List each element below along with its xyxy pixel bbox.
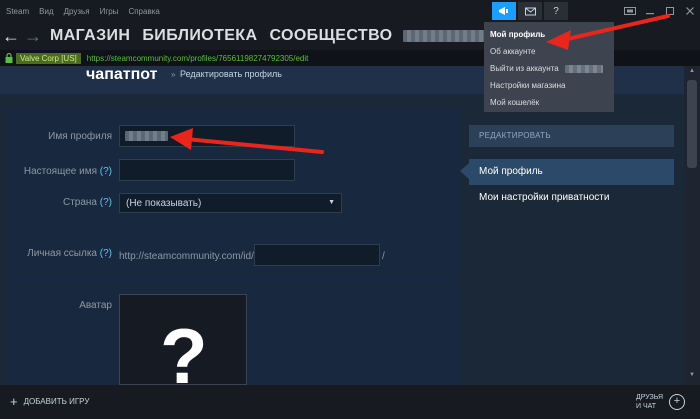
main-menu: Steam Вид Друзья Игры Справка bbox=[0, 7, 160, 16]
ev-certificate-badge: Valve Corp [US] bbox=[16, 52, 81, 64]
avatar-label: Аватар bbox=[79, 300, 112, 311]
arrow-left-icon: ← bbox=[2, 25, 20, 46]
dropdown-item-logout[interactable]: Выйти из аккаунта bbox=[484, 60, 614, 77]
sidenav-item-my-profile[interactable]: Мой профиль bbox=[469, 159, 674, 185]
dropdown-item-wallet[interactable]: Мой кошелёк bbox=[484, 94, 614, 111]
logout-label: Выйти из аккаунта bbox=[490, 64, 559, 73]
maximize-icon bbox=[666, 7, 674, 15]
monitor-icon bbox=[624, 6, 636, 15]
custom-url-help[interactable]: (?) bbox=[100, 248, 112, 259]
real-name-help[interactable]: (?) bbox=[100, 166, 112, 177]
menu-item-games[interactable]: Игры bbox=[100, 7, 119, 16]
custom-url-label: Личная ссылка (?) bbox=[6, 248, 112, 259]
megaphone-icon bbox=[499, 7, 508, 15]
sidenav-item-privacy-settings[interactable]: Мои настройки приватности bbox=[469, 185, 674, 211]
profile-name-redacted bbox=[125, 131, 168, 141]
help-button[interactable]: ? bbox=[544, 2, 568, 20]
dropdown-item-account-details[interactable]: Об аккаунте bbox=[484, 43, 614, 60]
maximize-button[interactable] bbox=[660, 2, 680, 20]
sidenav-active-pointer bbox=[460, 163, 469, 179]
sidenav-header: РЕДАКТИРОВАТЬ bbox=[469, 125, 674, 147]
country-help[interactable]: (?) bbox=[100, 197, 112, 208]
plus-icon: + bbox=[10, 394, 18, 409]
custom-url-prefix: http://steamcommunity.com/id/ bbox=[119, 251, 254, 262]
menu-item-friends[interactable]: Друзья bbox=[64, 7, 90, 16]
chevron-down-icon: ▼ bbox=[328, 199, 335, 206]
real-name-text: Настоящее имя bbox=[23, 166, 97, 177]
big-picture-button[interactable] bbox=[620, 2, 640, 20]
arrow-right-icon: → bbox=[24, 25, 42, 46]
nav-links: МАГАЗИН БИБЛИОТЕКА СООБЩЕСТВО bbox=[50, 27, 393, 45]
breadcrumb-separator: » bbox=[171, 70, 176, 79]
help-label: ? bbox=[553, 5, 559, 17]
forward-button[interactable]: → bbox=[22, 26, 44, 47]
bottom-bar: + ДОБАВИТЬ ИГРУ ДРУЗЬЯ И ЧАТ + bbox=[0, 385, 700, 419]
menu-item-help[interactable]: Справка bbox=[128, 7, 159, 16]
menu-bar: Steam Вид Друзья Игры Справка ? bbox=[0, 0, 700, 22]
profile-name-label: Имя профиля bbox=[48, 131, 112, 142]
account-dropdown: Мой профиль Об аккаунте Выйти из аккаунт… bbox=[484, 22, 614, 112]
friends-add-icon[interactable]: + bbox=[669, 394, 685, 410]
country-label: Страна (?) bbox=[6, 197, 112, 208]
menu-item-steam[interactable]: Steam bbox=[6, 7, 29, 16]
scrollbar-thumb[interactable] bbox=[687, 80, 697, 168]
breadcrumb-edit-profile: Редактировать профиль bbox=[180, 69, 282, 79]
announcements-button[interactable] bbox=[492, 2, 516, 20]
avatar-preview[interactable]: ? bbox=[119, 294, 247, 400]
envelope-icon bbox=[524, 7, 536, 15]
add-game-button[interactable]: + ДОБАВИТЬ ИГРУ bbox=[10, 394, 89, 409]
logout-account-redacted bbox=[564, 64, 603, 73]
address-text[interactable]: https://steamcommunity.com/profiles/7656… bbox=[87, 54, 309, 63]
back-button[interactable]: ← bbox=[0, 26, 22, 47]
nav-library[interactable]: БИБЛИОТЕКА bbox=[142, 27, 257, 45]
real-name-label: Настоящее имя (?) bbox=[6, 166, 112, 177]
close-button[interactable] bbox=[680, 2, 700, 20]
form-divider bbox=[7, 284, 461, 286]
country-select-value: (Не показывать) bbox=[126, 198, 202, 209]
window-controls: ? bbox=[492, 0, 700, 22]
minimize-icon bbox=[646, 13, 654, 15]
real-name-input[interactable] bbox=[119, 159, 295, 181]
minimize-button[interactable] bbox=[640, 2, 660, 20]
profile-username[interactable]: чапатпот bbox=[86, 66, 157, 84]
dropdown-item-store-preferences[interactable]: Настройки магазина bbox=[484, 77, 614, 94]
nav-username-redacted[interactable] bbox=[402, 30, 489, 42]
custom-url-input[interactable] bbox=[254, 244, 380, 266]
custom-url-text: Личная ссылка bbox=[27, 248, 97, 259]
country-select[interactable]: (Не показывать) ▼ bbox=[119, 193, 342, 213]
nav-store[interactable]: МАГАЗИН bbox=[50, 27, 130, 45]
nav-community[interactable]: СООБЩЕСТВО bbox=[269, 27, 392, 45]
custom-url-suffix: / bbox=[382, 251, 385, 262]
profile-name-input[interactable] bbox=[119, 125, 295, 147]
notifications-button[interactable] bbox=[518, 2, 542, 20]
close-icon bbox=[686, 7, 694, 15]
dropdown-item-my-profile[interactable]: Мой профиль bbox=[484, 26, 614, 43]
scroll-down-arrow[interactable]: ▼ bbox=[684, 372, 700, 382]
lock-icon bbox=[5, 53, 13, 63]
add-game-label: ДОБАВИТЬ ИГРУ bbox=[23, 397, 90, 406]
country-text: Страна bbox=[62, 197, 97, 208]
scroll-up-arrow[interactable]: ▲ bbox=[684, 68, 700, 78]
menu-item-view[interactable]: Вид bbox=[39, 7, 53, 16]
